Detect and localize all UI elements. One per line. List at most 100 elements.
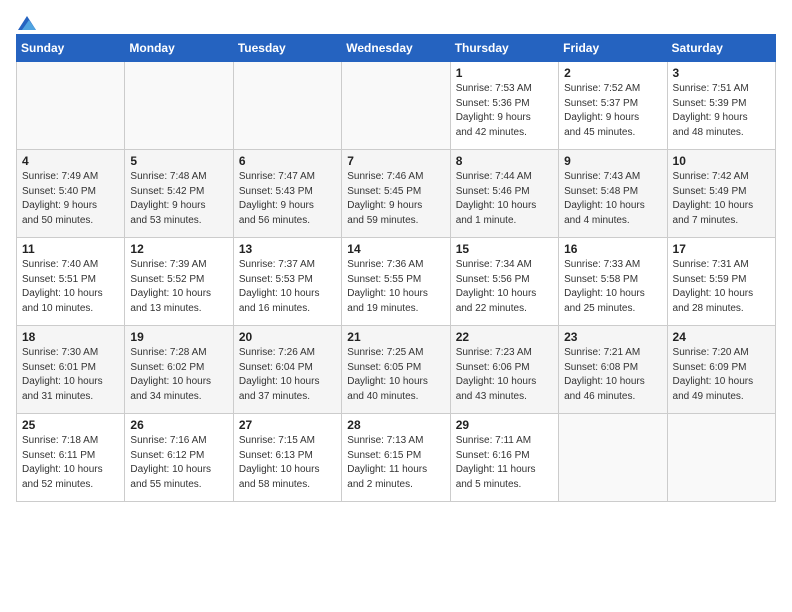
- weekday-header-sunday: Sunday: [17, 35, 125, 62]
- calendar-cell: 9 Sunrise: 7:43 AM Sunset: 5:48 PM Daylig…: [559, 150, 667, 238]
- day-number: 4: [22, 154, 119, 168]
- calendar-cell: [342, 62, 450, 150]
- calendar-cell: 27Sunrise: 7:15 AM Sunset: 6:13 PM Dayli…: [233, 414, 341, 502]
- day-info: Sunrise: 7:43 AM Sunset: 5:48 PM Dayligh…: [564, 170, 661, 228]
- calendar-cell: 17 Sunrise: 7:31 AM Sunset: 5:59 PM Dayli…: [667, 238, 775, 326]
- calendar-cell: 4 Sunrise: 7:49 AM Sunset: 5:40 PM Daylig…: [17, 150, 125, 238]
- day-number: 3: [673, 66, 770, 80]
- day-number: 28: [347, 418, 444, 432]
- calendar-cell: 19 Sunrise: 7:28 AM Sunset: 6:02 PM Dayli…: [125, 326, 233, 414]
- calendar-cell: 14 Sunrise: 7:36 AM Sunset: 5:55 PM Dayli…: [342, 238, 450, 326]
- day-info: Sunrise: 7:39 AM Sunset: 5:52 PM Dayligh…: [130, 258, 227, 316]
- calendar-cell: 21 Sunrise: 7:25 AM Sunset: 6:05 PM Dayli…: [342, 326, 450, 414]
- calendar-cell: [125, 62, 233, 150]
- day-info: Sunrise: 7:25 AM Sunset: 6:05 PM Dayligh…: [347, 346, 444, 404]
- weekday-header-tuesday: Tuesday: [233, 35, 341, 62]
- day-info: Sunrise: 7:52 AM Sunset: 5:37 PM Dayligh…: [564, 82, 661, 140]
- day-number: 19: [130, 330, 227, 344]
- day-number: 12: [130, 242, 227, 256]
- day-info: Sunrise: 7:18 AM Sunset: 6:11 PM Dayligh…: [22, 434, 119, 492]
- day-number: 11: [22, 242, 119, 256]
- day-number: 24: [673, 330, 770, 344]
- day-info: Sunrise: 7:34 AM Sunset: 5:56 PM Dayligh…: [456, 258, 553, 316]
- day-info: Sunrise: 7:47 AM Sunset: 5:43 PM Dayligh…: [239, 170, 336, 228]
- day-info: Sunrise: 7:36 AM Sunset: 5:55 PM Dayligh…: [347, 258, 444, 316]
- day-info: Sunrise: 7:16 AM Sunset: 6:12 PM Dayligh…: [130, 434, 227, 492]
- day-number: 6: [239, 154, 336, 168]
- day-info: Sunrise: 7:31 AM Sunset: 5:59 PM Dayligh…: [673, 258, 770, 316]
- day-number: 27: [239, 418, 336, 432]
- page-header: [16, 16, 776, 26]
- day-number: 10: [673, 154, 770, 168]
- day-number: 26: [130, 418, 227, 432]
- day-number: 7: [347, 154, 444, 168]
- calendar-cell: 25 Sunrise: 7:18 AM Sunset: 6:11 PM Dayli…: [17, 414, 125, 502]
- calendar-cell: 23 Sunrise: 7:21 AM Sunset: 6:08 PM Dayli…: [559, 326, 667, 414]
- logo: [16, 16, 36, 26]
- weekday-header-thursday: Thursday: [450, 35, 558, 62]
- calendar-cell: 3 Sunrise: 7:51 AM Sunset: 5:39 PM Daylig…: [667, 62, 775, 150]
- day-number: 21: [347, 330, 444, 344]
- day-number: 5: [130, 154, 227, 168]
- day-number: 20: [239, 330, 336, 344]
- calendar-cell: 29 Sunrise: 7:11 AM Sunset: 6:16 PM Dayli…: [450, 414, 558, 502]
- weekday-header-wednesday: Wednesday: [342, 35, 450, 62]
- calendar-cell: 24 Sunrise: 7:20 AM Sunset: 6:09 PM Dayli…: [667, 326, 775, 414]
- day-info: Sunrise: 7:44 AM Sunset: 5:46 PM Dayligh…: [456, 170, 553, 228]
- day-number: 18: [22, 330, 119, 344]
- calendar-cell: 15 Sunrise: 7:34 AM Sunset: 5:56 PM Dayli…: [450, 238, 558, 326]
- day-info: Sunrise: 7:23 AM Sunset: 6:06 PM Dayligh…: [456, 346, 553, 404]
- day-info: Sunrise: 7:11 AM Sunset: 6:16 PM Dayligh…: [456, 434, 553, 492]
- day-number: 2: [564, 66, 661, 80]
- day-number: 16: [564, 242, 661, 256]
- day-number: 17: [673, 242, 770, 256]
- day-info: Sunrise: 7:42 AM Sunset: 5:49 PM Dayligh…: [673, 170, 770, 228]
- day-info: Sunrise: 7:30 AM Sunset: 6:01 PM Dayligh…: [22, 346, 119, 404]
- day-info: Sunrise: 7:46 AM Sunset: 5:45 PM Dayligh…: [347, 170, 444, 228]
- day-number: 8: [456, 154, 553, 168]
- calendar-cell: 5 Sunrise: 7:48 AM Sunset: 5:42 PM Daylig…: [125, 150, 233, 238]
- day-info: Sunrise: 7:48 AM Sunset: 5:42 PM Dayligh…: [130, 170, 227, 228]
- calendar-cell: 20 Sunrise: 7:26 AM Sunset: 6:04 PM Dayli…: [233, 326, 341, 414]
- calendar-cell: 12 Sunrise: 7:39 AM Sunset: 5:52 PM Dayli…: [125, 238, 233, 326]
- day-info: Sunrise: 7:33 AM Sunset: 5:58 PM Dayligh…: [564, 258, 661, 316]
- day-number: 15: [456, 242, 553, 256]
- day-number: 22: [456, 330, 553, 344]
- day-number: 13: [239, 242, 336, 256]
- calendar-cell: 6 Sunrise: 7:47 AM Sunset: 5:43 PM Daylig…: [233, 150, 341, 238]
- day-info: Sunrise: 7:20 AM Sunset: 6:09 PM Dayligh…: [673, 346, 770, 404]
- calendar-cell: [233, 62, 341, 150]
- calendar-cell: [559, 414, 667, 502]
- calendar-cell: 10 Sunrise: 7:42 AM Sunset: 5:49 PM Dayli…: [667, 150, 775, 238]
- day-info: Sunrise: 7:26 AM Sunset: 6:04 PM Dayligh…: [239, 346, 336, 404]
- day-info: Sunrise: 7:40 AM Sunset: 5:51 PM Dayligh…: [22, 258, 119, 316]
- calendar-cell: 13 Sunrise: 7:37 AM Sunset: 5:53 PM Dayli…: [233, 238, 341, 326]
- day-info: Sunrise: 7:13 AM Sunset: 6:15 PM Dayligh…: [347, 434, 444, 492]
- weekday-header-monday: Monday: [125, 35, 233, 62]
- calendar-cell: 8 Sunrise: 7:44 AM Sunset: 5:46 PM Daylig…: [450, 150, 558, 238]
- calendar-cell: 18 Sunrise: 7:30 AM Sunset: 6:01 PM Dayli…: [17, 326, 125, 414]
- day-number: 14: [347, 242, 444, 256]
- day-info: Sunrise: 7:28 AM Sunset: 6:02 PM Dayligh…: [130, 346, 227, 404]
- calendar-cell: 22 Sunrise: 7:23 AM Sunset: 6:06 PM Dayli…: [450, 326, 558, 414]
- calendar-cell: 26 Sunrise: 7:16 AM Sunset: 6:12 PM Dayli…: [125, 414, 233, 502]
- calendar-table: SundayMondayTuesdayWednesdayThursdayFrid…: [16, 34, 776, 502]
- day-info: Sunrise: 7:49 AM Sunset: 5:40 PM Dayligh…: [22, 170, 119, 228]
- calendar-cell: 28 Sunrise: 7:13 AM Sunset: 6:15 PM Dayli…: [342, 414, 450, 502]
- day-info: Sunrise: 7:37 AM Sunset: 5:53 PM Dayligh…: [239, 258, 336, 316]
- day-info: Sunrise: 7:51 AM Sunset: 5:39 PM Dayligh…: [673, 82, 770, 140]
- weekday-header-saturday: Saturday: [667, 35, 775, 62]
- day-info: Sunrise: 7:21 AM Sunset: 6:08 PM Dayligh…: [564, 346, 661, 404]
- day-info: Sunrise: 7:53 AM Sunset: 5:36 PM Dayligh…: [456, 82, 553, 140]
- day-number: 29: [456, 418, 553, 432]
- day-number: 25: [22, 418, 119, 432]
- day-number: 23: [564, 330, 661, 344]
- calendar-cell: 16 Sunrise: 7:33 AM Sunset: 5:58 PM Dayli…: [559, 238, 667, 326]
- weekday-header-friday: Friday: [559, 35, 667, 62]
- calendar-cell: 1 Sunrise: 7:53 AM Sunset: 5:36 PM Daylig…: [450, 62, 558, 150]
- calendar-cell: 7 Sunrise: 7:46 AM Sunset: 5:45 PM Daylig…: [342, 150, 450, 238]
- day-number: 9: [564, 154, 661, 168]
- calendar-cell: [17, 62, 125, 150]
- calendar-cell: 2 Sunrise: 7:52 AM Sunset: 5:37 PM Daylig…: [559, 62, 667, 150]
- day-number: 1: [456, 66, 553, 80]
